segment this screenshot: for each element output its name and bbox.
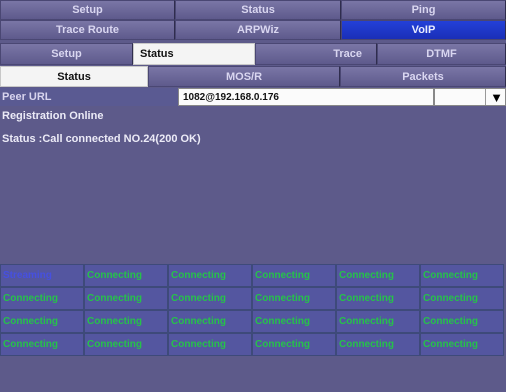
tab-packets[interactable]: Packets xyxy=(340,66,506,87)
call-cell[interactable]: Connecting xyxy=(168,287,252,310)
registration-status: Registration Online xyxy=(2,110,104,122)
tab-voip[interactable]: VoIP xyxy=(341,20,506,40)
call-cell[interactable]: Connecting xyxy=(168,264,252,287)
tab-arpwiz[interactable]: ARPWiz xyxy=(175,20,341,40)
peer-url-dropdown[interactable]: ▼ xyxy=(434,88,506,106)
status-subtabs: Status MOS/R Packets xyxy=(0,66,506,87)
subtab-dtmf[interactable]: DTMF xyxy=(377,43,506,65)
call-cell[interactable]: Connecting xyxy=(420,310,504,333)
voip-subtabs: Setup Status Trace DTMF xyxy=(0,43,506,65)
peer-url-field[interactable]: 1082@192.168.0.176 xyxy=(178,88,434,106)
call-cell[interactable]: Connecting xyxy=(336,310,420,333)
call-cell[interactable]: Connecting xyxy=(420,333,504,356)
tab-mos-r[interactable]: MOS/R xyxy=(148,66,340,87)
main-tabs-row1: Setup Status Ping xyxy=(0,0,506,20)
call-status: Status :Call connected NO.24(200 OK) xyxy=(2,133,201,145)
call-cell[interactable]: Connecting xyxy=(420,287,504,310)
call-cell[interactable]: Connecting xyxy=(168,310,252,333)
call-status-grid: Streaming Connecting Connecting Connecting C… xyxy=(0,264,506,356)
subtab-trace[interactable]: Trace xyxy=(255,43,377,65)
call-cell[interactable]: Connecting xyxy=(0,333,84,356)
call-cell[interactable]: Connecting xyxy=(336,333,420,356)
tab-status-status[interactable]: Status xyxy=(0,66,148,87)
main-tabs-row2: Trace Route ARPWiz VoIP xyxy=(0,20,506,40)
peer-url-label: Peer URL xyxy=(0,88,178,106)
call-cell[interactable]: Connecting xyxy=(84,310,168,333)
call-cell[interactable]: Connecting xyxy=(0,310,84,333)
tab-trace-route[interactable]: Trace Route xyxy=(0,20,175,40)
tab-ping[interactable]: Ping xyxy=(341,0,506,20)
call-cell[interactable]: Connecting xyxy=(84,264,168,287)
call-cell[interactable]: Connecting xyxy=(252,310,336,333)
call-cell[interactable]: Connecting xyxy=(336,287,420,310)
call-cell[interactable]: Connecting xyxy=(336,264,420,287)
triangle-down-icon: ▼ xyxy=(490,90,503,105)
tab-status[interactable]: Status xyxy=(175,0,341,20)
call-cell[interactable]: Connecting xyxy=(252,287,336,310)
subtab-status[interactable]: Status xyxy=(133,43,255,65)
call-cell[interactable]: Connecting xyxy=(84,287,168,310)
call-cell[interactable]: Connecting xyxy=(84,333,168,356)
subtab-setup[interactable]: Setup xyxy=(0,43,133,65)
call-cell[interactable]: Connecting xyxy=(252,264,336,287)
call-cell[interactable]: Connecting xyxy=(420,264,504,287)
call-cell[interactable]: Connecting xyxy=(0,287,84,310)
tab-setup[interactable]: Setup xyxy=(0,0,175,20)
peer-url-row: Peer URL 1082@192.168.0.176 ▼ xyxy=(0,88,506,106)
dropdown-separator xyxy=(435,89,486,105)
call-cell[interactable]: Connecting xyxy=(168,333,252,356)
call-cell[interactable]: Streaming xyxy=(0,264,84,287)
call-cell[interactable]: Connecting xyxy=(252,333,336,356)
